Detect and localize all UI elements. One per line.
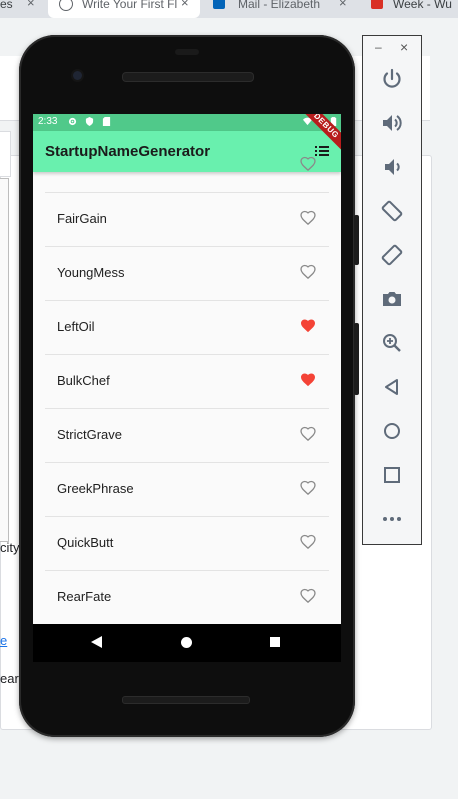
outlook-favicon-icon [213,0,225,9]
rotate-right-icon[interactable] [380,243,404,267]
heart-filled-icon[interactable] [300,372,316,387]
power-icon[interactable] [380,67,404,91]
heart-outline-icon[interactable] [300,480,316,495]
startup-name: YoungMess [57,265,125,280]
android-nav-bar [33,624,341,662]
page-link-fragment[interactable]: e [0,633,7,648]
phone-sensor [175,49,199,55]
heart-outline-icon[interactable] [300,534,316,549]
toolbar-minimize-button[interactable]: – [375,40,382,54]
bookmark-favicon-icon [371,0,383,9]
page-code-edge [0,178,9,542]
heart-outline-icon[interactable] [300,210,316,225]
volume-up-icon[interactable] [380,111,404,135]
page-text-fragment: city [0,540,20,555]
list-item[interactable]: QuickButt [45,516,329,571]
browser-tab[interactable]: es × [0,0,44,18]
startup-name: QuickButt [57,535,114,550]
tab-close-icon[interactable]: × [339,0,347,10]
phone-side-button [354,323,359,395]
device-screen: 2:33 StartupNameGenerator DEBUG FairGain… [33,114,341,624]
list-item[interactable]: RearFate [45,570,329,624]
heart-outline-icon[interactable] [300,588,316,603]
phone-side-button [354,215,359,265]
list-item[interactable] [45,138,329,193]
list-item[interactable]: YoungMess [45,246,329,301]
settings-icon [68,117,77,126]
startup-name: StrictGrave [57,427,123,442]
tab-title: Mail - Elizabeth [238,0,321,11]
volume-down-icon[interactable] [380,155,404,179]
startup-name: RearFate [57,589,112,604]
zoom-icon[interactable] [380,331,404,355]
browser-tab[interactable]: Week - Wu [362,0,458,18]
heart-outline-icon[interactable] [300,426,316,441]
startup-name: FairGain [57,211,107,226]
page-text-fragment: ear [0,671,19,686]
emulator-toolbar: – × [362,35,422,545]
list-item[interactable]: BulkChef [45,354,329,409]
tab-close-icon[interactable]: × [181,0,189,10]
browser-tab[interactable]: Mail - Elizabeth × [204,0,358,18]
status-time: 2:33 [38,116,58,127]
nav-home-icon[interactable] [181,637,192,648]
nav-recents-icon[interactable] [270,637,280,647]
tab-title: Write Your First Fl [82,0,178,11]
sd-card-icon [102,117,111,126]
camera-screenshot-icon[interactable] [380,287,404,311]
back-icon[interactable] [380,375,404,399]
rotate-left-icon[interactable] [380,199,404,223]
browser-tab-strip: es × Write Your First Fl × Mail - Elizab… [0,0,458,18]
heart-outline-icon[interactable] [300,156,316,171]
list-item[interactable]: LeftOil [45,300,329,355]
list-item[interactable]: StrictGrave [45,408,329,463]
heart-filled-icon[interactable] [300,318,316,333]
page-sidebar-edge [0,131,11,177]
list-item[interactable]: GreekPhrase [45,462,329,517]
overview-icon[interactable] [380,463,404,487]
flutter-favicon-icon [59,0,73,11]
browser-tab-active[interactable]: Write Your First Fl × [48,0,200,18]
heart-outline-icon[interactable] [300,264,316,279]
more-icon[interactable] [380,507,404,531]
bottom-speaker [122,696,250,704]
startup-name: BulkChef [57,373,110,388]
tab-title: es [0,0,13,11]
list-item[interactable]: FairGain [45,192,329,247]
earpiece-speaker [122,72,254,82]
nav-back-icon[interactable] [91,636,102,648]
tab-title: Week - Wu [393,0,452,11]
tab-close-icon[interactable]: × [27,0,35,10]
startup-name: GreekPhrase [57,481,134,496]
home-icon[interactable] [380,419,404,443]
status-bar: 2:33 [33,114,341,131]
front-camera-icon [73,71,82,80]
toolbar-close-button[interactable]: × [400,39,408,55]
startup-name: LeftOil [57,319,95,334]
shield-icon [85,117,94,126]
